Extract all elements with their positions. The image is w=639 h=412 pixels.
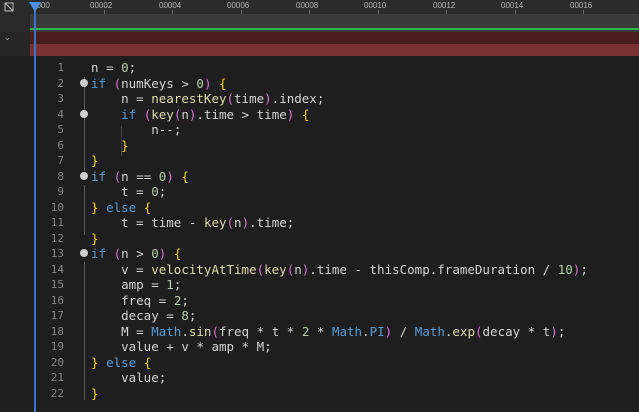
- code-text: if (n == 0) {: [91, 168, 189, 184]
- code-text: } else {: [91, 199, 152, 215]
- code-line[interactable]: 18 M = Math.sin(freq * t * 2 * Math.PI) …: [0, 324, 639, 340]
- fold-marker-icon[interactable]: [80, 109, 88, 118]
- code-text: amp = 1;: [121, 277, 182, 292]
- code-text: }: [91, 153, 99, 168]
- code-text: t = time - key(n).time;: [121, 215, 295, 230]
- playhead-line[interactable]: [34, 8, 36, 412]
- tick-label: 00010: [364, 1, 387, 10]
- line-number: 2: [57, 76, 64, 90]
- code-line[interactable]: 10 } else {: [0, 200, 639, 216]
- code-line[interactable]: 5 n--;: [0, 122, 639, 138]
- code-text: M = Math.sin(freq * t * 2 * Math.PI) / M…: [121, 323, 566, 339]
- code-line[interactable]: 13 if (n > 0) {: [0, 246, 639, 262]
- line-number: 14: [50, 262, 64, 276]
- line-number: 1: [57, 61, 64, 74]
- line-number: 11: [50, 216, 64, 229]
- tick-label: 00006: [227, 1, 250, 10]
- fold-marker-icon[interactable]: [80, 78, 88, 87]
- code-text: value;: [121, 370, 167, 385]
- line-number: 4: [57, 107, 64, 121]
- tick-label: 00012: [433, 1, 456, 10]
- code-line[interactable]: 3 n = nearestKey(time).index;: [0, 91, 639, 107]
- code-line[interactable]: 20 } else {: [0, 355, 639, 371]
- line-number: 21: [50, 371, 64, 384]
- tick-label: 00004: [159, 1, 182, 10]
- code-text: n = nearestKey(time).index;: [121, 91, 325, 106]
- code-line[interactable]: 14 v = velocityAtTime(key(n).time - this…: [0, 262, 639, 278]
- code-text: if (key(n).time > time) {: [121, 106, 310, 122]
- tick-label: 00002: [90, 1, 113, 10]
- code-line[interactable]: 4 if (key(n).time > time) {: [0, 107, 639, 123]
- line-number: 10: [50, 200, 64, 214]
- code-line[interactable]: 7}: [0, 153, 639, 169]
- line-number: 20: [50, 355, 64, 369]
- line-number: 12: [50, 231, 64, 245]
- code-line[interactable]: 8 if (n == 0) {: [0, 169, 639, 185]
- code-line[interactable]: 16 freq = 2;: [0, 293, 639, 309]
- code-line[interactable]: 9 t = 0;: [0, 184, 639, 200]
- code-line[interactable]: 21 value;: [0, 370, 639, 386]
- code-text: }: [121, 137, 129, 153]
- playhead-icon[interactable]: [29, 2, 41, 12]
- code-text: if (n > 0) {: [91, 246, 182, 261]
- ruler-tick: [515, 10, 516, 14]
- line-number: 6: [57, 138, 64, 152]
- ruler-tick: [309, 10, 310, 14]
- code-text: n = 0;: [91, 60, 137, 75]
- code-line[interactable]: 15 amp = 1;: [0, 277, 639, 293]
- code-text: }: [91, 230, 99, 246]
- work-area-line: [30, 28, 639, 30]
- code-line[interactable]: 11 t = time - key(n).time;: [0, 215, 639, 231]
- ruler-tick: [172, 10, 173, 14]
- line-number: 3: [57, 92, 64, 105]
- line-number: 5: [57, 123, 64, 136]
- ruler-tick: [378, 10, 379, 14]
- composition-icon[interactable]: [4, 2, 14, 12]
- code-line[interactable]: 19 value + v * amp * M;: [0, 339, 639, 355]
- code-text: } else {: [91, 354, 152, 370]
- ruler-tick: [104, 10, 105, 14]
- timeline-corner: [0, 0, 31, 32]
- code-text: freq = 2;: [121, 292, 189, 308]
- code-text: n--;: [151, 122, 182, 137]
- line-number: 13: [50, 247, 64, 260]
- time-ruler[interactable]: 0000 00002 00004 00006 00008 00010 00012…: [30, 0, 639, 15]
- code-text: value + v * amp * M;: [121, 339, 272, 354]
- code-text: decay = 8;: [121, 308, 197, 323]
- line-number: 16: [50, 293, 64, 307]
- line-number: 17: [50, 309, 64, 322]
- line-number: 9: [57, 185, 64, 198]
- code-text: t = 0;: [121, 184, 167, 199]
- code-line[interactable]: 6 }: [0, 138, 639, 154]
- tick-label: 00008: [296, 1, 319, 10]
- chevron-down-icon[interactable]: ⌄: [4, 33, 11, 42]
- code-text: }: [91, 385, 99, 401]
- expression-editor[interactable]: 1n = 0; 2 if (numKeys > 0) {3 n = nearestK…: [0, 56, 639, 412]
- fold-marker-icon[interactable]: [80, 171, 88, 180]
- tick-label: 00014: [501, 1, 524, 10]
- tick-label: 00016: [570, 1, 593, 10]
- ruler-tick: [583, 10, 584, 14]
- line-number: 8: [57, 169, 64, 183]
- ruler-tick: [241, 10, 242, 14]
- line-number: 19: [50, 340, 64, 353]
- code-line[interactable]: 12}: [0, 231, 639, 247]
- line-number: 7: [57, 154, 64, 167]
- code-text: v = velocityAtTime(key(n).time - thisCom…: [121, 261, 588, 277]
- code-line[interactable]: 2 if (numKeys > 0) {: [0, 76, 639, 92]
- line-number: 22: [50, 386, 64, 400]
- code-text: if (numKeys > 0) {: [91, 75, 227, 91]
- code-line[interactable]: 17 decay = 8;: [0, 308, 639, 324]
- ruler-tick: [446, 10, 447, 14]
- layer-bar[interactable]: [30, 32, 639, 44]
- timeline-ruler-area: 0000 00002 00004 00006 00008 00010 00012…: [0, 0, 639, 32]
- line-number: 18: [50, 324, 64, 338]
- code-line[interactable]: 1 n = 0;: [0, 60, 639, 76]
- code-line[interactable]: 22}: [0, 386, 639, 402]
- property-bar[interactable]: [30, 44, 639, 56]
- fold-marker-icon[interactable]: [80, 249, 88, 257]
- line-number: 15: [50, 278, 64, 291]
